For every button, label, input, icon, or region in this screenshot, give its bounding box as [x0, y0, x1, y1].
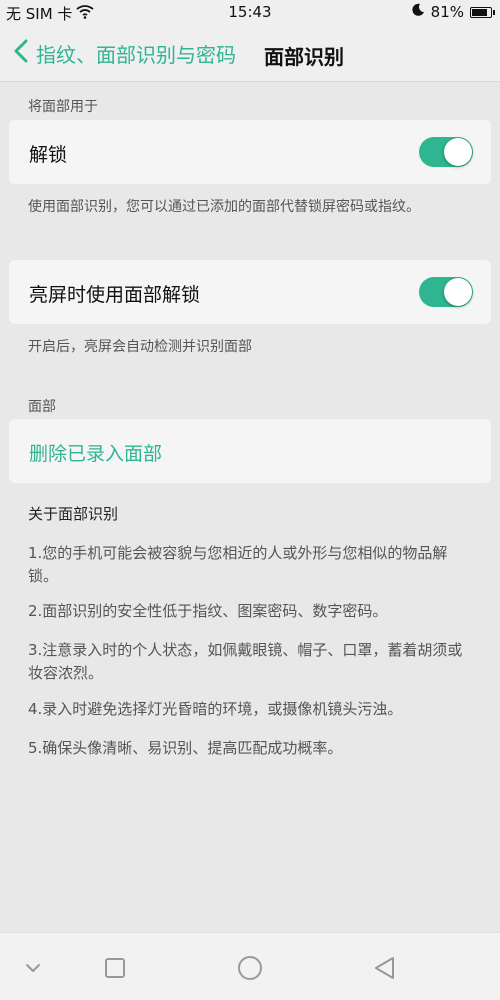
- section-label-face: 面部: [28, 399, 56, 415]
- battery-fill: [472, 8, 487, 16]
- screen-on-unlock-description: 开启后，亮屏会自动检测并识别面部: [28, 339, 252, 355]
- unlock-title: 解锁: [29, 144, 68, 166]
- about-title: 关于面部识别: [28, 505, 119, 523]
- battery-icon: [470, 6, 495, 18]
- unlock-description: 使用面部识别，您可以通过已添加的面部代替锁屏密码或指纹。: [28, 199, 420, 215]
- delete-face-row[interactable]: 删除已录入面部: [9, 419, 491, 483]
- back-button[interactable]: 指纹、面部识别与密码: [12, 38, 236, 68]
- screen-on-unlock-row[interactable]: 亮屏时使用面部解锁: [9, 260, 491, 324]
- unlock-toggle[interactable]: [419, 137, 473, 167]
- square-icon[interactable]: [102, 955, 128, 981]
- battery-percent: 81%: [430, 3, 464, 21]
- toggle-knob: [444, 138, 472, 166]
- triangle-back-icon[interactable]: [372, 955, 398, 981]
- screen-on-unlock-title: 亮屏时使用面部解锁: [29, 284, 201, 306]
- about-item: 1.您的手机可能会被容貌与您相近的人或外形与您相似的物品解锁。: [28, 544, 448, 585]
- navigation-bar: [0, 932, 500, 1000]
- status-bar: 无 SIM 卡 15:43 81%: [0, 0, 500, 26]
- page-title: 面部识别: [264, 45, 344, 69]
- chevron-down-icon[interactable]: [20, 955, 46, 981]
- chevron-left-icon: [12, 38, 30, 68]
- screen-on-unlock-toggle[interactable]: [419, 277, 473, 307]
- circle-icon[interactable]: [237, 955, 263, 981]
- moon-icon: [411, 3, 425, 21]
- unlock-row[interactable]: 解锁: [9, 120, 491, 184]
- about-item: 4.录入时避免选择灯光昏暗的环境，或摄像机镜头污浊。: [28, 700, 403, 718]
- status-right: 81%: [411, 3, 495, 21]
- about-item: 3.注意录入时的个人状态，如佩戴眼镜、帽子、口罩，蓄着胡须或妆容浓烈。: [28, 641, 463, 682]
- delete-face-button[interactable]: 删除已录入面部: [29, 439, 162, 466]
- about-item: 5.确保头像清晰、易识别、提高匹配成功概率。: [28, 739, 343, 757]
- header: 指纹、面部识别与密码 面部识别: [0, 26, 500, 82]
- about-item: 2.面部识别的安全性低于指纹、图案密码、数字密码。: [28, 602, 388, 620]
- toggle-knob: [444, 278, 472, 306]
- back-label: 指纹、面部识别与密码: [36, 42, 236, 67]
- section-label-use-face-for: 将面部用于: [28, 99, 98, 115]
